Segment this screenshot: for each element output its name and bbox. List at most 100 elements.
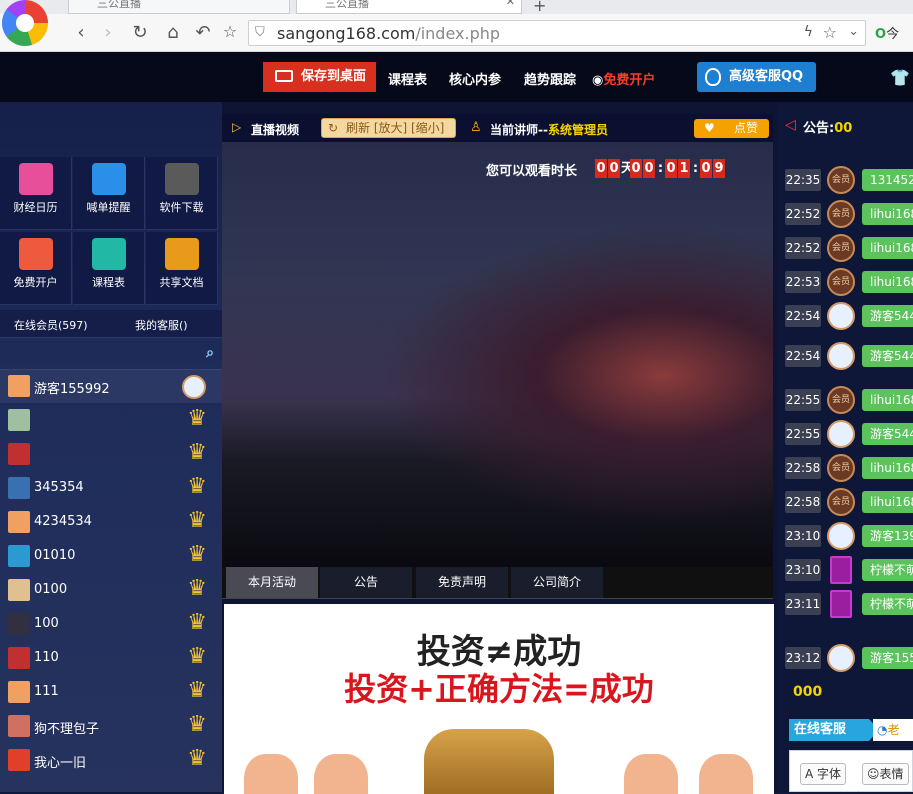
chat-username[interactable]: lihui168	[862, 491, 913, 513]
member-row[interactable]: 100 ♛	[0, 607, 222, 641]
service-qq-button[interactable]: ◔老	[873, 719, 913, 741]
like-button[interactable]: ♥ 点赞	[694, 119, 769, 138]
member-row[interactable]: 111 ♛	[0, 675, 222, 709]
key-image	[424, 729, 554, 794]
tab-notice[interactable]: 公告	[320, 567, 412, 598]
chat-footer-value: 000	[793, 684, 823, 700]
top-nav: 保存到桌面 课程表 核心内参 趋势跟踪 ◉免费开户 高级客服QQ 👕	[0, 52, 913, 102]
member-row[interactable]: 0100 ♛	[0, 573, 222, 607]
tile-label: 免费开户	[13, 276, 58, 289]
tile-book[interactable]: 课程表	[73, 232, 145, 305]
watch-time-label: 您可以观看时长	[486, 164, 578, 179]
chat-username[interactable]: 游客155	[862, 647, 913, 669]
chat-username[interactable]: lihui168	[862, 457, 913, 479]
search-icon[interactable]: ⌕	[206, 345, 214, 361]
guest-avatar-icon[interactable]	[827, 342, 855, 370]
member-row[interactable]: 我心一旧 ♛	[0, 743, 222, 777]
tile-label: 软件下载	[159, 201, 204, 214]
font-button[interactable]: A 字体	[800, 763, 847, 785]
chat-username[interactable]: 游客139	[862, 525, 913, 547]
tile-megaphone[interactable]: 喊单提醒	[73, 157, 145, 230]
member-search[interactable]: ⌕	[0, 338, 222, 370]
tab-my-service[interactable]: 我的客服()	[135, 317, 188, 333]
vip-avatar-icon[interactable]	[830, 556, 852, 584]
browser-tab[interactable]: 三公直播	[68, 0, 290, 14]
lightning-icon[interactable]: ϟ	[804, 24, 813, 40]
chat-username[interactable]: 游客544	[862, 345, 913, 367]
star-icon[interactable]: ☆	[823, 23, 837, 42]
member-row[interactable]: ♛	[0, 403, 222, 437]
tile-calendar[interactable]: 财经日历	[0, 157, 72, 230]
avatar	[8, 443, 30, 465]
member-row[interactable]: 01010 ♛	[0, 539, 222, 573]
tile-cloud-download[interactable]: 软件下载	[146, 157, 218, 230]
member-row[interactable]: 狗不理包子 ♛	[0, 709, 222, 743]
info-tabs: 本月活动 公告 免责声明 公司简介	[222, 567, 773, 599]
member-row[interactable]: 345354 ♛	[0, 471, 222, 505]
timer-separator: :	[657, 161, 664, 176]
member-avatar-icon[interactable]: 会员	[827, 386, 855, 414]
member-avatar-icon[interactable]: 会员	[827, 488, 855, 516]
tab-disclaimer[interactable]: 免责声明	[416, 567, 508, 598]
chat-input-area[interactable]: A 字体 ☺表情	[789, 750, 913, 792]
tab-online-members[interactable]: 在线会员(597)	[14, 317, 88, 333]
tab-company-intro[interactable]: 公司简介	[511, 567, 603, 598]
member-avatar-icon[interactable]: 会员	[827, 268, 855, 296]
bookmark-star-icon[interactable]: ☆	[219, 22, 241, 41]
nav-link-trend[interactable]: 趋势跟踪	[524, 69, 576, 88]
nav-link-core[interactable]: 核心内参	[449, 69, 501, 88]
member-avatar-icon[interactable]: 会员	[827, 200, 855, 228]
chat-username[interactable]: 柠檬不萌	[862, 593, 913, 615]
vip-avatar-icon[interactable]	[830, 590, 852, 618]
forward-icon[interactable]: ›	[97, 22, 119, 43]
member-avatar-icon[interactable]: 会员	[827, 454, 855, 482]
chat-username[interactable]: lihui168	[862, 203, 913, 225]
back-icon[interactable]: ‹	[70, 22, 92, 43]
shirt-icon[interactable]: 👕	[890, 68, 910, 87]
tile-account[interactable]: 免费开户	[0, 232, 72, 305]
member-row[interactable]: 110 ♛	[0, 641, 222, 675]
member-avatar-icon[interactable]: 会员	[827, 166, 855, 194]
guest-avatar-icon[interactable]	[827, 420, 855, 448]
chat-username[interactable]: 游客544	[862, 305, 913, 327]
refresh-button[interactable]: ↻ 刷新 [放大] [缩小]	[321, 118, 456, 138]
home-icon[interactable]: ⌂	[162, 22, 184, 43]
chat-username[interactable]: lihui168	[862, 237, 913, 259]
member-row[interactable]: 4234534 ♛	[0, 505, 222, 539]
url-input[interactable]: ⛉ sangong168.com/index.php ϟ ☆ ⌄	[248, 20, 866, 46]
play-icon: ▷	[232, 120, 242, 134]
video-player[interactable]: 您可以观看时长 0 0 天0 0:0 1:0 9	[222, 142, 773, 567]
emoji-button[interactable]: ☺表情	[862, 763, 909, 785]
chat-username[interactable]: 柠檬不萌	[862, 559, 913, 581]
tile-folder-share[interactable]: 共享文档	[146, 232, 218, 305]
member-row[interactable]: 游客155992	[0, 369, 222, 403]
chat-username[interactable]: 游客544	[862, 423, 913, 445]
watch-timer: 0 0 天0 0:0 1:0 9	[595, 157, 726, 178]
member-row[interactable]: ♛	[0, 437, 222, 471]
search-engine-box[interactable]: O今	[875, 23, 899, 42]
reload-icon[interactable]: ↻	[129, 22, 151, 43]
tab-monthly-activity[interactable]: 本月活动	[226, 567, 318, 598]
chat-username[interactable]: lihui168	[862, 271, 913, 293]
chat-username[interactable]: lihui168	[862, 389, 913, 411]
avatar	[8, 511, 30, 533]
guest-avatar-icon[interactable]	[827, 522, 855, 550]
nav-link-schedule[interactable]: 课程表	[388, 69, 427, 88]
heart-icon: ♥	[704, 121, 715, 135]
free-account-link[interactable]: ◉免费开户	[592, 69, 655, 88]
qq-service-button[interactable]: 高级客服QQ	[697, 62, 816, 92]
save-to-desktop-button[interactable]: 保存到桌面	[263, 62, 376, 92]
crown-icon: ♛	[187, 678, 207, 703]
guest-avatar-icon[interactable]	[827, 302, 855, 330]
crown-icon: ♛	[187, 440, 207, 465]
close-icon[interactable]: ✕	[506, 0, 515, 7]
chevron-down-icon[interactable]: ⌄	[848, 24, 859, 39]
guest-avatar-icon[interactable]	[827, 644, 855, 672]
undo-icon[interactable]: ↶	[192, 22, 214, 43]
new-tab-button[interactable]: +	[533, 0, 546, 15]
user-icon: ◉	[592, 73, 604, 88]
chat-username[interactable]: 131452	[862, 169, 913, 191]
member-avatar-icon[interactable]: 会员	[827, 234, 855, 262]
qq-icon	[705, 68, 721, 86]
browser-tab-active[interactable]: 三公直播 ✕	[296, 0, 522, 14]
